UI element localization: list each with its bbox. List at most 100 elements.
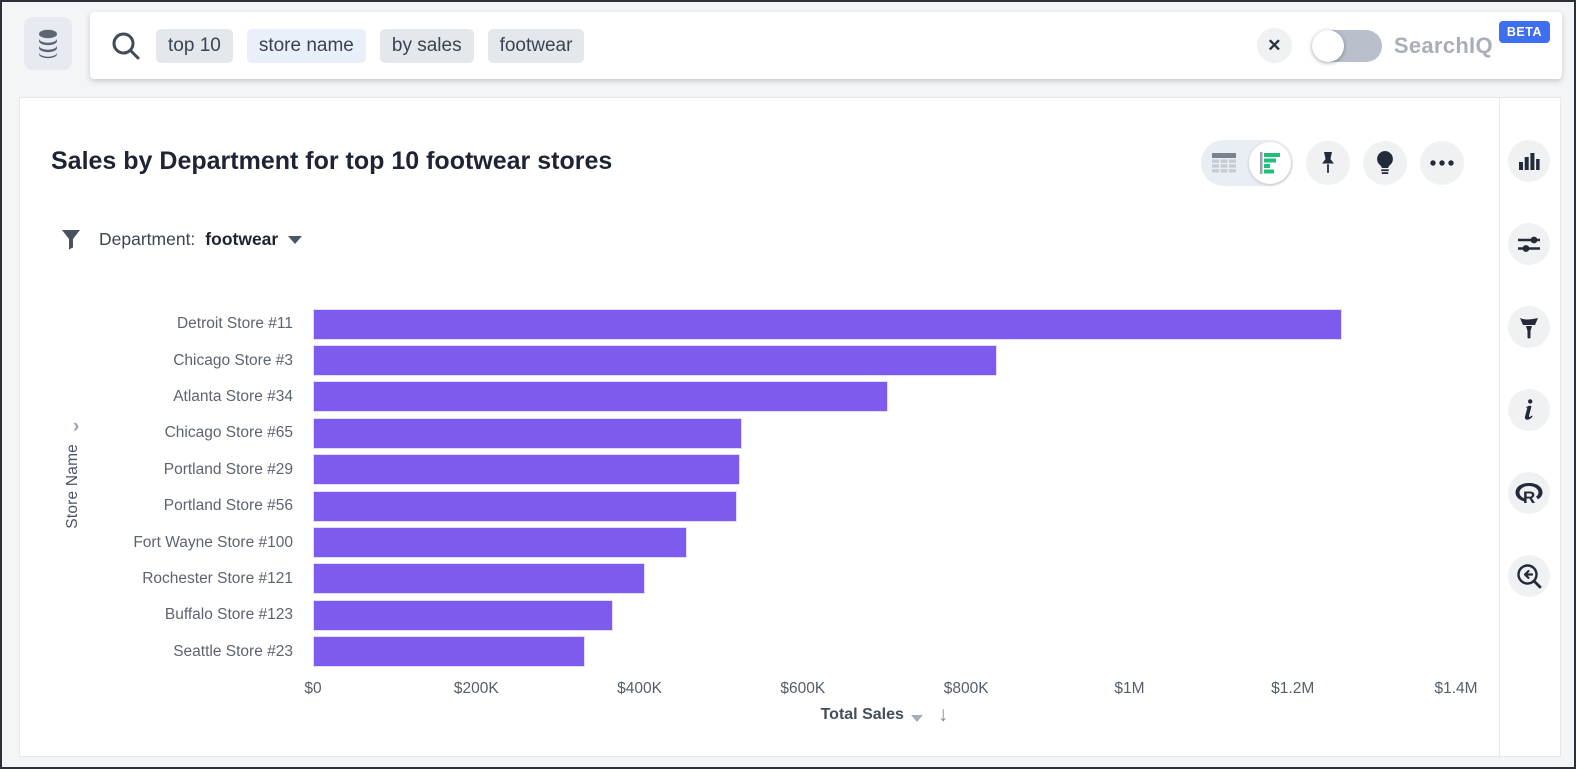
bar[interactable] — [313, 636, 585, 667]
beta-badge: BETA — [1499, 21, 1550, 43]
bar-track — [313, 491, 1456, 522]
lightbulb-icon — [1375, 150, 1395, 176]
bar-chart: Detroit Store #11 Chicago Store #3 Atlanta… — [20, 306, 1456, 670]
sort-descending-icon[interactable]: ↓ — [938, 703, 949, 727]
y-axis-label: Chicago Store #3 — [20, 352, 293, 370]
y-axis-label: Seattle Store #23 — [20, 643, 293, 661]
bar[interactable] — [313, 563, 645, 594]
bar[interactable] — [313, 600, 613, 631]
more-options-button[interactable] — [1420, 141, 1464, 185]
sliders-icon — [1517, 235, 1541, 253]
format-button[interactable] — [1508, 306, 1550, 348]
spotiq-analyze-button[interactable] — [1508, 555, 1550, 597]
bar[interactable] — [313, 345, 997, 376]
bar-track — [313, 309, 1456, 340]
y-axis-label: Detroit Store #11 — [20, 315, 293, 333]
searchiq-toggle[interactable] — [1312, 30, 1382, 62]
database-icon — [35, 29, 61, 59]
answer-title: Sales by Department for top 10 footwear … — [51, 147, 612, 176]
spotiq-analyze-icon — [1516, 563, 1542, 589]
right-icon-rail: R — [1508, 140, 1550, 597]
x-axis-menu-caret-icon[interactable] — [911, 715, 923, 722]
chart-row: Portland Store #29 — [20, 452, 1456, 488]
svg-text:R: R — [1523, 488, 1535, 505]
answer-toolbar — [1201, 140, 1464, 186]
chart-row: Chicago Store #65 — [20, 415, 1456, 451]
y-axis-label: Rochester Store #121 — [20, 570, 293, 588]
bar-track — [313, 636, 1456, 667]
chart-row: Portland Store #56 — [20, 488, 1456, 524]
y-axis-label: Atlanta Store #34 — [20, 388, 293, 406]
rail-divider — [1499, 98, 1500, 758]
search-icon — [110, 30, 142, 62]
x-axis-title: Total Sales — [821, 706, 904, 724]
info-button[interactable] — [1508, 389, 1550, 431]
ellipsis-icon — [1429, 159, 1455, 167]
x-axis-ticks: $0$200K$400K$600K$800K$1M$1.2M$1.4M — [313, 680, 1456, 700]
bar-track — [313, 454, 1456, 485]
chart-row: Atlanta Store #34 — [20, 379, 1456, 415]
data-source-button[interactable] — [24, 17, 72, 70]
chart-view-selected[interactable] — [1249, 142, 1291, 184]
bar[interactable] — [313, 381, 888, 412]
search-token-list: top 10 store name by sales footwear — [156, 29, 584, 63]
chart-row: Rochester Store #121 — [20, 561, 1456, 597]
x-axis-tick: $200K — [454, 680, 499, 698]
search-token[interactable]: footwear — [488, 29, 585, 63]
chart-row: Detroit Store #11 — [20, 306, 1456, 342]
x-axis-tick: $0 — [304, 680, 321, 698]
r-logo-icon: R — [1514, 481, 1544, 505]
search-token[interactable]: store name — [247, 29, 366, 63]
clear-search-button[interactable]: ✕ — [1257, 28, 1292, 63]
filter-chip[interactable]: Department: footwear — [61, 229, 302, 250]
filter-value[interactable]: footwear — [205, 229, 278, 250]
insights-button[interactable] — [1363, 141, 1407, 185]
chart-config-button[interactable] — [1508, 223, 1550, 265]
filter-funnel-icon — [61, 229, 81, 250]
table-view-icon — [1212, 153, 1236, 173]
bar-track — [313, 600, 1456, 631]
toggle-knob-icon — [1312, 30, 1344, 62]
chart-row: Chicago Store #3 — [20, 342, 1456, 378]
x-axis-tick: $1M — [1114, 680, 1144, 698]
bar-track — [313, 527, 1456, 558]
chart-row: Fort Wayne Store #100 — [20, 524, 1456, 560]
chart-row: Buffalo Store #123 — [20, 597, 1456, 633]
x-axis-tick: $600K — [780, 680, 825, 698]
bar[interactable] — [313, 454, 740, 485]
bar[interactable] — [313, 418, 742, 449]
filter-dropdown-caret-icon[interactable] — [288, 236, 302, 244]
answer-card: Sales by Department for top 10 footwear … — [19, 97, 1561, 757]
y-axis-label: Buffalo Store #123 — [20, 606, 293, 624]
x-axis-tick: $1.4M — [1434, 680, 1477, 698]
bar-track — [313, 418, 1456, 449]
x-axis-tick: $1.2M — [1271, 680, 1314, 698]
paint-brush-icon — [1519, 315, 1539, 339]
x-axis-title-group: Total Sales ↓ — [313, 703, 1456, 727]
bar[interactable] — [313, 527, 687, 558]
bar-track — [313, 563, 1456, 594]
pin-icon — [1317, 151, 1339, 175]
bar-track — [313, 381, 1456, 412]
x-axis-tick: $400K — [617, 680, 662, 698]
table-chart-toggle[interactable] — [1201, 140, 1293, 186]
app-window: top 10 store name by sales footwear ✕ Searc… — [0, 0, 1576, 769]
search-bar[interactable]: top 10 store name by sales footwear ✕ Searc… — [90, 12, 1562, 79]
y-axis-label: Portland Store #56 — [20, 497, 293, 515]
search-token[interactable]: by sales — [380, 29, 474, 63]
bar-track — [313, 345, 1456, 376]
y-axis-label: Chicago Store #65 — [20, 424, 293, 442]
chart-type-button[interactable] — [1508, 140, 1550, 182]
x-axis-tick: $800K — [944, 680, 989, 698]
bar-chart-view-icon — [1258, 151, 1282, 175]
filter-label: Department: — [99, 229, 195, 250]
search-right-controls: ✕ SearchIQ BETA — [1257, 12, 1550, 79]
pin-button[interactable] — [1306, 141, 1350, 185]
bar[interactable] — [313, 491, 737, 522]
r-analysis-button[interactable]: R — [1508, 472, 1550, 514]
y-axis-label: Fort Wayne Store #100 — [20, 534, 293, 552]
chart-row: Seattle Store #23 — [20, 634, 1456, 670]
bar[interactable] — [313, 309, 1342, 340]
searchiq-label: SearchIQ — [1394, 33, 1493, 59]
search-token[interactable]: top 10 — [156, 29, 233, 63]
